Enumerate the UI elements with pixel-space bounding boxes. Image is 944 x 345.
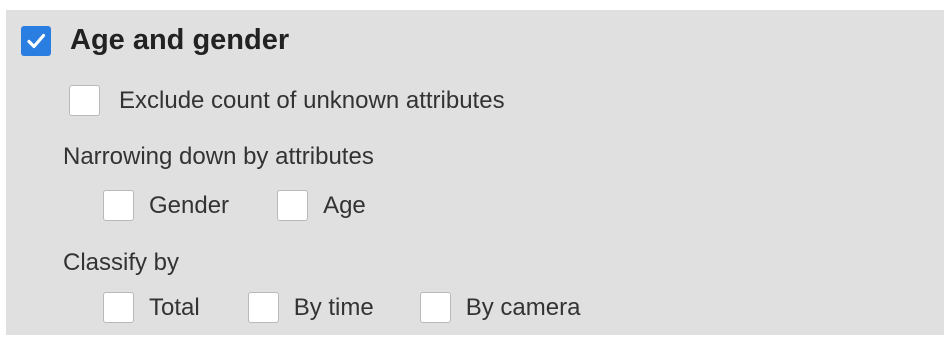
by-camera-label[interactable]: By camera [466,294,581,322]
total-label[interactable]: Total [149,294,200,322]
age-gender-toggle-row[interactable]: Age and gender [21,24,289,57]
narrowing-option-gender[interactable]: Gender [103,190,229,221]
narrowing-option-age[interactable]: Age [277,190,366,221]
classify-option-total[interactable]: Total [103,292,200,323]
narrowing-heading: Narrowing down by attributes [63,143,374,170]
narrowing-heading-row: Narrowing down by attributes [63,143,374,171]
age-gender-label[interactable]: Age and gender [70,24,289,57]
exclude-unknown-label[interactable]: Exclude count of unknown attributes [119,87,505,115]
age-label[interactable]: Age [323,192,366,220]
by-time-checkbox[interactable] [247,292,279,323]
exclude-unknown-row[interactable]: Exclude count of unknown attributes [69,85,505,116]
classify-heading-row: Classify by [63,249,179,277]
age-gender-checkbox[interactable] [21,25,51,56]
total-checkbox[interactable] [103,292,134,323]
classify-option-by-camera[interactable]: By camera [419,292,581,323]
age-checkbox[interactable] [277,190,309,221]
by-time-label[interactable]: By time [294,294,374,322]
gender-label[interactable]: Gender [149,192,229,220]
by-camera-checkbox[interactable] [419,292,451,323]
exclude-unknown-checkbox[interactable] [69,85,100,116]
classify-option-by-time[interactable]: By time [247,292,374,323]
age-gender-settings-panel: Age and gender Exclude count of unknown … [6,10,944,335]
narrowing-options-row: Gender Age [103,190,366,221]
classify-heading: Classify by [63,249,180,276]
checkmark-icon [27,33,46,48]
classify-options-row: Total By time By camera [103,292,580,323]
gender-checkbox[interactable] [103,190,134,221]
